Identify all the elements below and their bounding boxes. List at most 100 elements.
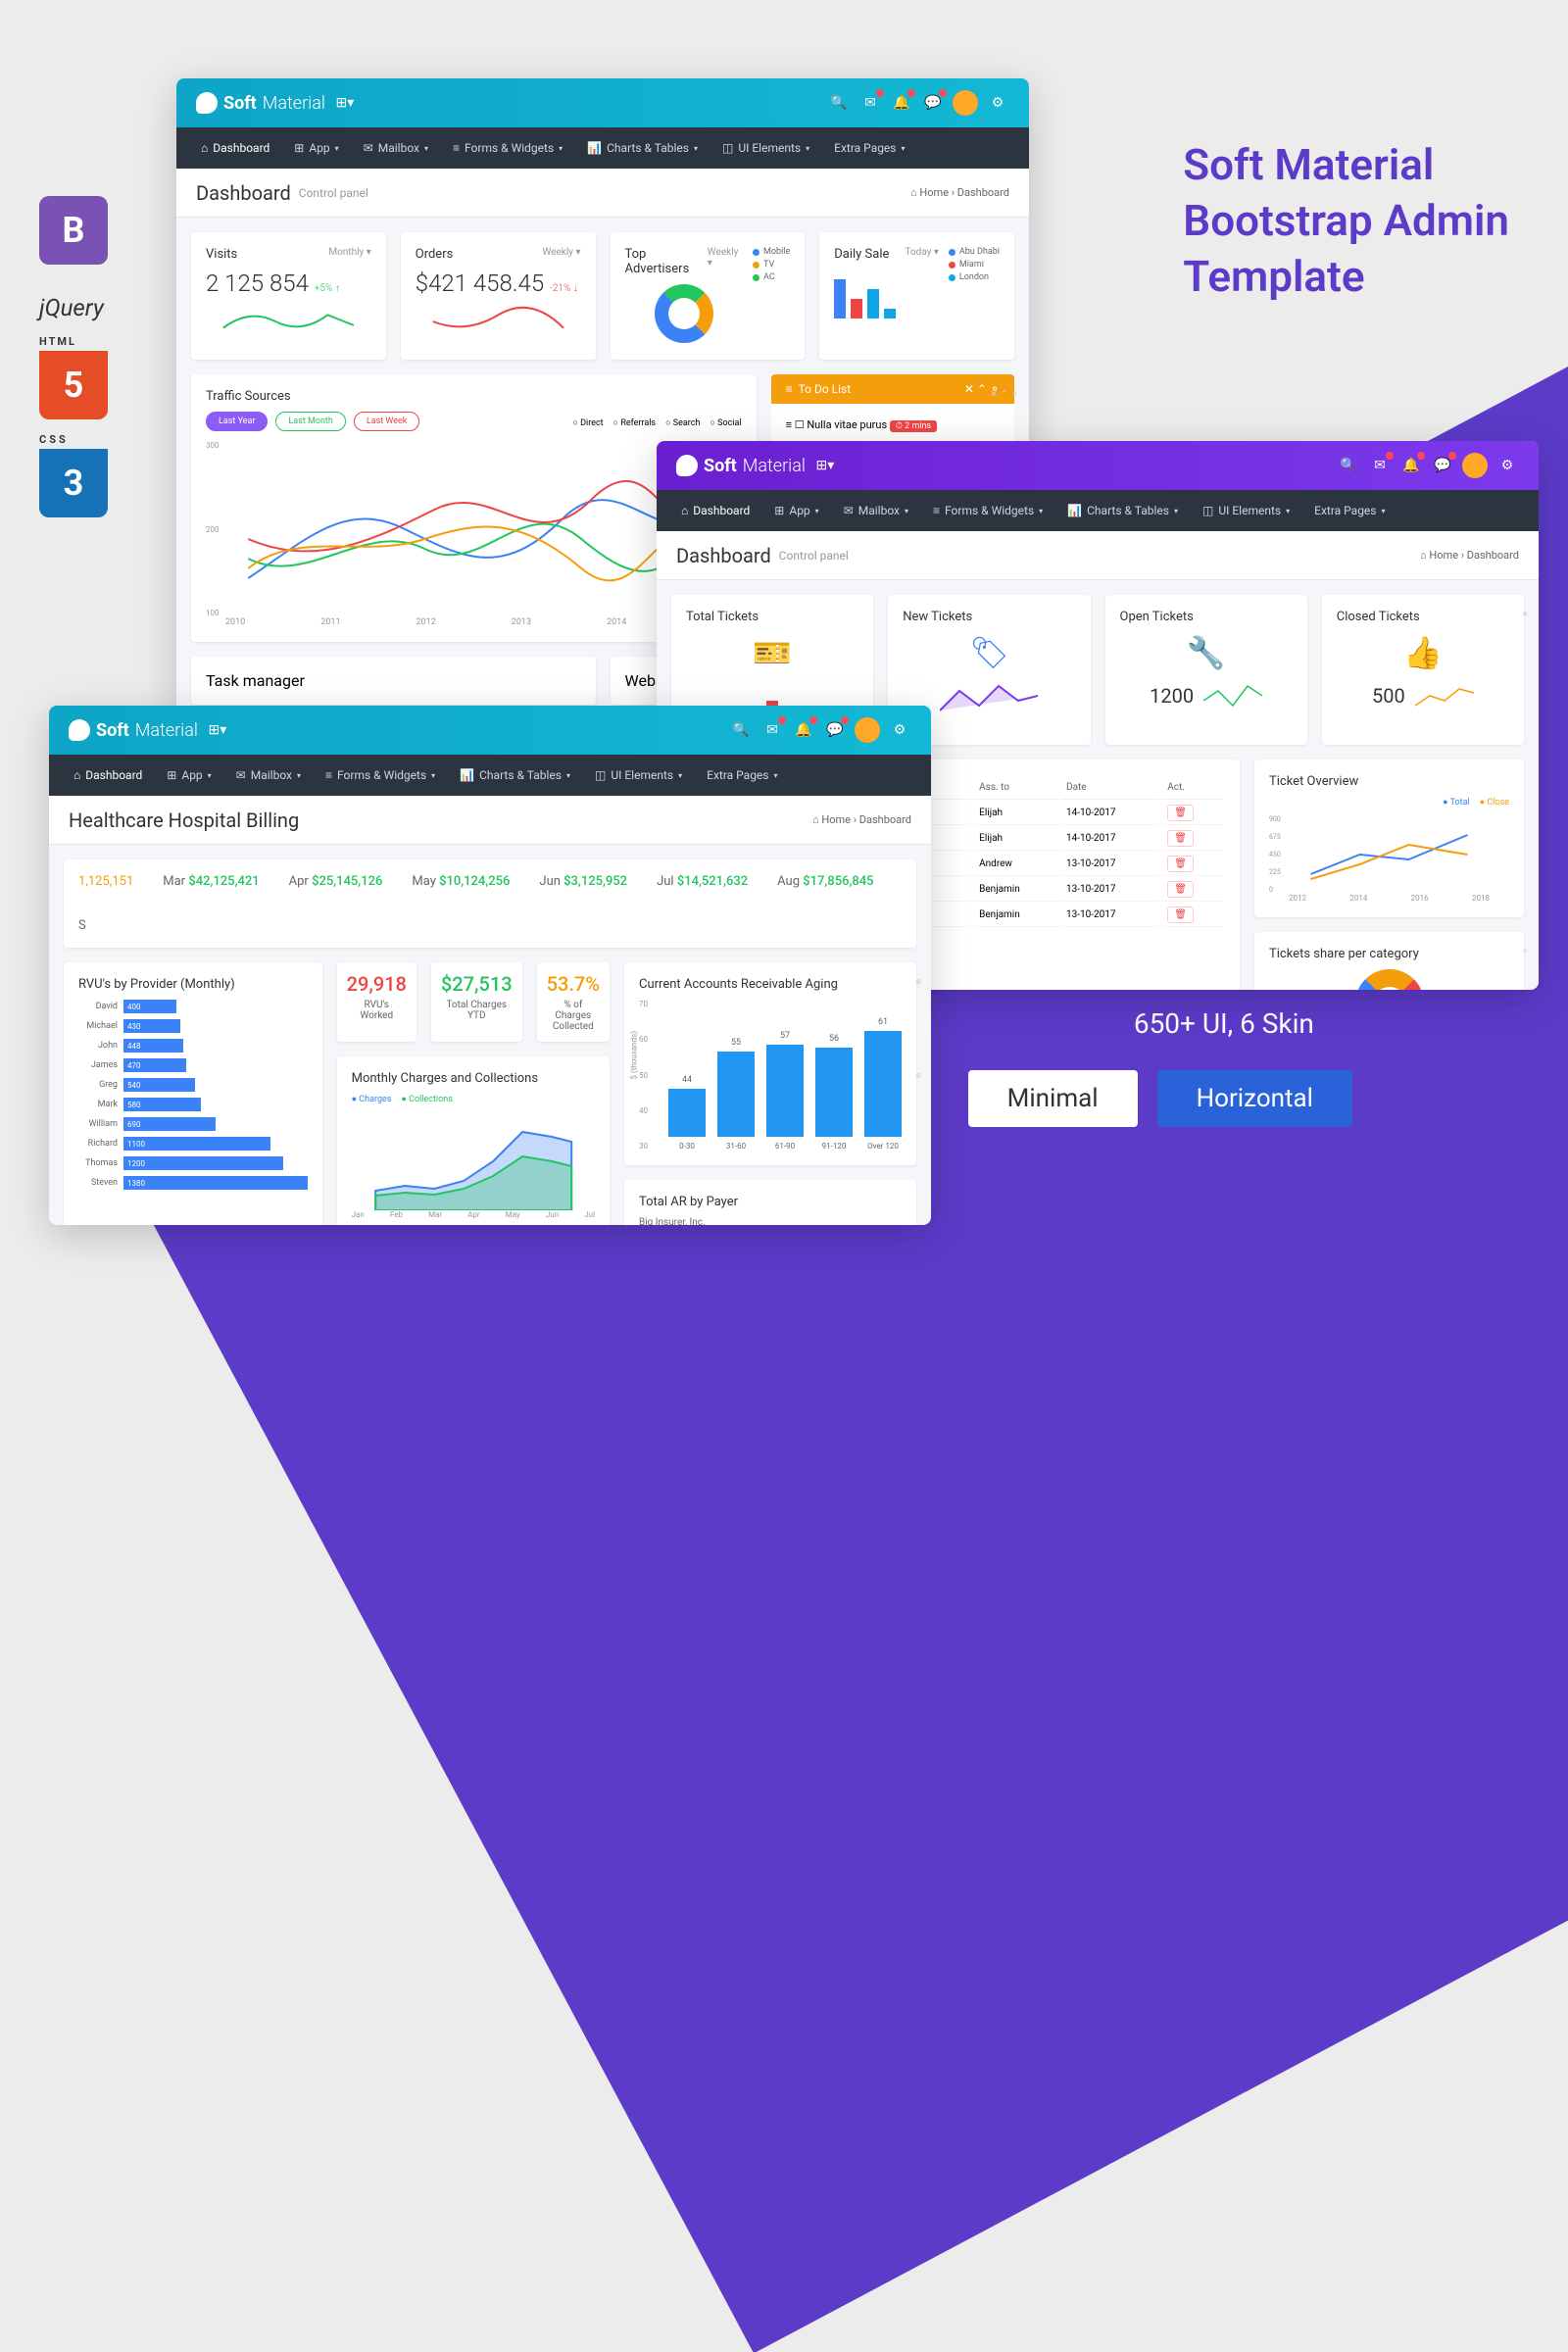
rvu-provider-card: RVU's by Provider (Monthly)≡ David400Mic…	[64, 962, 322, 1225]
ticket-icon: 🎫	[686, 634, 858, 671]
hbar-row: William690	[78, 1117, 308, 1131]
nav-ui[interactable]: ◫ UI Elements ▾	[585, 768, 692, 782]
brand-logo[interactable]: SoftMaterial	[69, 719, 198, 741]
nav-dashboard[interactable]: ⌂ Dashboard	[671, 504, 760, 517]
avatar[interactable]	[953, 90, 978, 116]
bootstrap-icon: B	[39, 196, 108, 265]
navbar: ⌂ Dashboard ⊞ App ▾ ✉ Mailbox ▾ ≡ Forms …	[176, 127, 1029, 169]
nav-extra[interactable]: Extra Pages ▾	[824, 141, 914, 155]
orders-card: OrdersWeekly ▾ $421 458.45 -21% ↓	[401, 232, 596, 360]
visits-card: VisitsMonthly ▾ 2 125 854 +5% ↑	[191, 232, 386, 360]
mail-icon[interactable]: ✉	[1368, 454, 1392, 477]
month-value: Jul $14,521,632	[657, 874, 748, 889]
bell-icon[interactable]: 🔔	[1399, 454, 1423, 477]
chat-icon[interactable]: 💬	[823, 718, 847, 742]
nav-app[interactable]: ⊞ App ▾	[157, 768, 220, 782]
nav-app[interactable]: ⊞ App ▾	[764, 504, 828, 517]
search-icon[interactable]: 🔍	[827, 91, 851, 115]
hbar-row: Mark580	[78, 1098, 308, 1111]
delete-button[interactable]: 🗑	[1167, 881, 1194, 898]
page-title: Dashboard	[196, 181, 291, 205]
charges-ytd-stat: $27,513Total Charges YTD	[431, 962, 522, 1042]
gear-icon[interactable]: ⚙	[1495, 454, 1519, 477]
breadcrumb[interactable]: ⌂ Home › Dashboard	[812, 813, 911, 826]
nav-dashboard[interactable]: ⌂ Dashboard	[64, 768, 152, 782]
vbar: 56	[815, 1048, 853, 1137]
nav-forms[interactable]: ≡ Forms & Widgets ▾	[316, 768, 445, 782]
apps-icon[interactable]: ⊞▾	[333, 91, 357, 115]
brand-logo[interactable]: SoftMaterial	[676, 455, 806, 476]
hbar-row: Michael430	[78, 1019, 308, 1033]
chat-icon[interactable]: 💬	[1431, 454, 1454, 477]
page-title: Healthcare Hospital Billing	[69, 808, 299, 832]
nav-app[interactable]: ⊞ App ▾	[284, 141, 348, 155]
hbar-row: John448	[78, 1039, 308, 1053]
hbar-row: Richard1100	[78, 1137, 308, 1151]
open-tickets-card: Open Tickets⚬ 🔧 1200	[1105, 595, 1307, 745]
rvu-worked-stat: 29,918RVU's Worked	[337, 962, 416, 1042]
navbar: ⌂ Dashboard ⊞ App ▾ ✉ Mailbox ▾ ≡ Forms …	[49, 755, 931, 796]
breadcrumb[interactable]: ⌂ Home › Dashboard	[910, 186, 1009, 199]
css3-icon: CSS3	[39, 449, 108, 517]
aging-card: Current Accounts Receivable Aging≡ 70605…	[624, 962, 916, 1165]
horizontal-button[interactable]: Horizontal	[1157, 1070, 1352, 1127]
nav-mailbox[interactable]: ✉ Mailbox ▾	[226, 768, 311, 782]
nav-ui[interactable]: ◫ UI Elements ▾	[1193, 504, 1299, 517]
gear-icon[interactable]: ⚙	[888, 718, 911, 742]
mail-icon[interactable]: ✉	[858, 91, 882, 115]
nav-charts[interactable]: 📊 Charts & Tables ▾	[450, 768, 580, 782]
pill-lastmonth[interactable]: Last Month	[275, 412, 345, 431]
window-header: SoftMaterial ⊞▾ 🔍 ✉ 🔔 💬 ⚙	[49, 706, 931, 755]
nav-dashboard[interactable]: ⌂ Dashboard	[191, 141, 279, 155]
nav-extra[interactable]: Extra Pages ▾	[697, 768, 787, 782]
nav-mailbox[interactable]: ✉ Mailbox ▾	[354, 141, 438, 155]
chat-icon[interactable]: 💬	[921, 91, 945, 115]
nav-extra[interactable]: Extra Pages ▾	[1304, 504, 1395, 517]
monthly-charges-card: Monthly Charges and Collections≡ ● Charg…	[337, 1056, 610, 1225]
avatar[interactable]	[1462, 453, 1488, 478]
pill-lastweek[interactable]: Last Week	[354, 412, 420, 431]
vbar: 57	[766, 1045, 804, 1138]
search-icon[interactable]: 🔍	[729, 718, 753, 742]
search-icon[interactable]: 🔍	[1337, 454, 1360, 477]
dailysale-card: Daily SaleToday ▾ Abu Dhabi Miami London	[819, 232, 1014, 360]
tag-icon: 🏷	[903, 634, 1075, 671]
closed-tickets-card: Closed Tickets⚬ 👍 500	[1322, 595, 1524, 745]
minimal-button[interactable]: Minimal	[968, 1070, 1138, 1127]
nav-charts[interactable]: 📊 Charts & Tables ▾	[577, 141, 708, 155]
pill-lastyear[interactable]: Last Year	[206, 412, 268, 431]
delete-button[interactable]: 🗑	[1167, 906, 1194, 923]
delete-button[interactable]: 🗑	[1167, 830, 1194, 847]
delete-button[interactable]: 🗑	[1167, 805, 1194, 821]
monthly-totals-card: 1,125,151Mar $42,125,421Apr $25,145,126M…	[64, 859, 916, 948]
mail-icon[interactable]: ✉	[760, 718, 784, 742]
advertisers-card: Top AdvertisersWeekly ▾ Mobile TV AC	[611, 232, 806, 360]
breadcrumb[interactable]: ⌂ Home › Dashboard	[1420, 549, 1519, 562]
bell-icon[interactable]: 🔔	[890, 91, 913, 115]
month-value: Jun $3,125,952	[539, 874, 627, 889]
apps-icon[interactable]: ⊞▾	[206, 718, 229, 742]
task-manager-card: Task manager	[191, 657, 596, 705]
brand-logo[interactable]: SoftMaterial	[196, 92, 325, 114]
nav-forms[interactable]: ≡ Forms & Widgets ▾	[443, 141, 572, 155]
apps-icon[interactable]: ⊞▾	[813, 454, 837, 477]
gear-icon[interactable]: ⚙	[986, 91, 1009, 115]
nav-forms[interactable]: ≡ Forms & Widgets ▾	[923, 504, 1053, 517]
hbar-row: James470	[78, 1058, 308, 1072]
nav-charts[interactable]: 📊 Charts & Tables ▾	[1057, 504, 1188, 517]
month-value: Apr $25,145,126	[289, 874, 383, 889]
delete-button[interactable]: 🗑	[1167, 856, 1194, 872]
window-header: SoftMaterial ⊞▾ 🔍 ✉ 🔔 💬 ⚙	[657, 441, 1539, 490]
ticket-overview-card: Ticket Overview ● Total● Close 900675450…	[1254, 760, 1524, 917]
avatar[interactable]	[855, 717, 880, 743]
nav-ui[interactable]: ◫ UI Elements ▾	[712, 141, 819, 155]
vbar: 55	[717, 1052, 755, 1138]
month-value: May $10,124,256	[412, 874, 510, 889]
bell-icon[interactable]: 🔔	[792, 718, 815, 742]
tech-icons: B jQuery HTML5 CSS3	[39, 196, 108, 517]
vbar: 44	[668, 1089, 706, 1137]
ar-payer-card: Total AR by Payer Big Insurer, Inc.	[624, 1180, 916, 1225]
hbar-row: David400	[78, 1000, 308, 1013]
hero-title: Soft Material Bootstrap Admin Template	[1183, 137, 1509, 306]
nav-mailbox[interactable]: ✉ Mailbox ▾	[834, 504, 918, 517]
